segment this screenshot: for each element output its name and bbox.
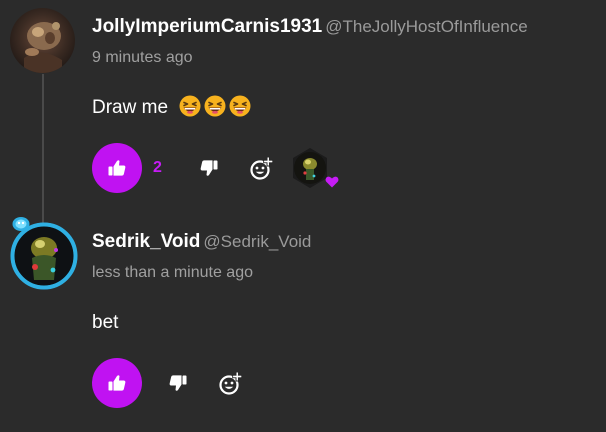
add-reaction-button[interactable] <box>242 148 282 188</box>
comment-actions <box>92 358 251 408</box>
like-count: 2 <box>153 159 162 176</box>
comment-actions: 2 <box>92 143 339 193</box>
thumbs-up-icon <box>108 375 126 391</box>
comment-text: Draw me <box>92 97 169 118</box>
grinning-squinting-face-icon <box>179 95 201 117</box>
comment-text: bet <box>92 312 119 333</box>
comment-timestamp: less than a minute ago <box>92 264 253 281</box>
avatar[interactable] <box>10 8 75 73</box>
like-button[interactable] <box>92 143 142 193</box>
like-button[interactable] <box>92 358 142 408</box>
comment-username[interactable]: JollyImperiumCarnis1931 <box>92 16 322 37</box>
comment-timestamp: 9 minutes ago <box>92 49 193 66</box>
comment-username[interactable]: Sedrik_Void <box>92 231 200 252</box>
add-reaction-icon <box>250 156 274 180</box>
dislike-button[interactable] <box>158 363 198 403</box>
grinning-squinting-face-icon <box>204 95 226 117</box>
comment-handle[interactable]: @Sedrik_Void <box>203 232 311 251</box>
comment-body: Draw me <box>92 95 251 119</box>
avatar[interactable] <box>10 222 78 290</box>
reaction-avatar <box>294 152 326 184</box>
add-reaction-button[interactable] <box>211 363 251 403</box>
thumbs-down-icon <box>200 160 218 176</box>
add-reaction-icon <box>219 371 243 395</box>
comment-body: bet <box>92 312 118 334</box>
thumbs-up-icon <box>108 160 126 176</box>
grinning-squinting-face-icon <box>229 95 251 117</box>
reaction-user[interactable] <box>289 147 339 189</box>
dislike-button[interactable] <box>189 148 229 188</box>
thread-connector-line <box>42 74 44 224</box>
comment-handle[interactable]: @TheJollyHostOfInfluence <box>325 17 527 36</box>
thumbs-down-icon <box>169 375 187 391</box>
heart-icon <box>325 176 339 188</box>
